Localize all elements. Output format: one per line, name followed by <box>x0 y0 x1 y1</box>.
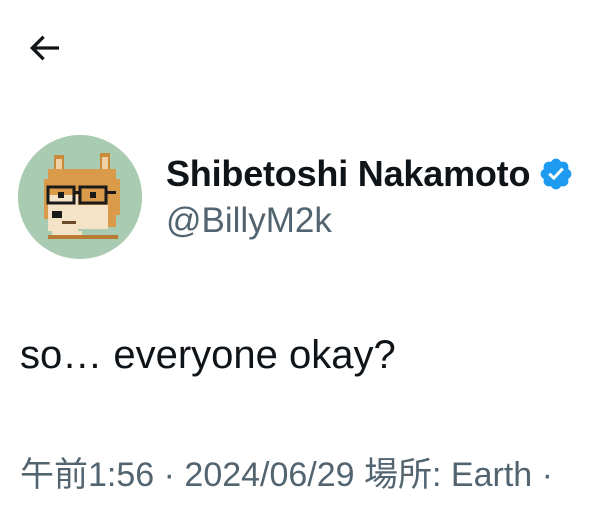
tweet-time[interactable]: 午前1:56 <box>20 456 154 494</box>
tweet-date[interactable]: 2024/06/29 <box>184 456 354 494</box>
author-handle[interactable]: @BillyM2k <box>166 201 574 241</box>
author-names: Shibetoshi Nakamoto @BillyM2k <box>166 153 574 241</box>
meta-separator: · <box>154 456 185 494</box>
back-button[interactable] <box>24 30 72 70</box>
avatar[interactable] <box>18 135 142 259</box>
tweet-meta: 午前1:56 · 2024/06/29 場所: Earth · <box>20 447 553 496</box>
tweet-text: so… everyone okay? <box>20 333 396 377</box>
name-row: Shibetoshi Nakamoto <box>166 153 574 195</box>
shiba-avatar-image <box>18 135 142 259</box>
verified-badge-icon <box>538 156 574 192</box>
tweet-location: 場所: Earth <box>354 456 533 494</box>
arrow-left-icon <box>24 28 64 73</box>
tweet-author: Shibetoshi Nakamoto @BillyM2k <box>18 135 574 259</box>
meta-separator-trailing: · <box>532 456 553 494</box>
display-name[interactable]: Shibetoshi Nakamoto <box>166 153 530 195</box>
